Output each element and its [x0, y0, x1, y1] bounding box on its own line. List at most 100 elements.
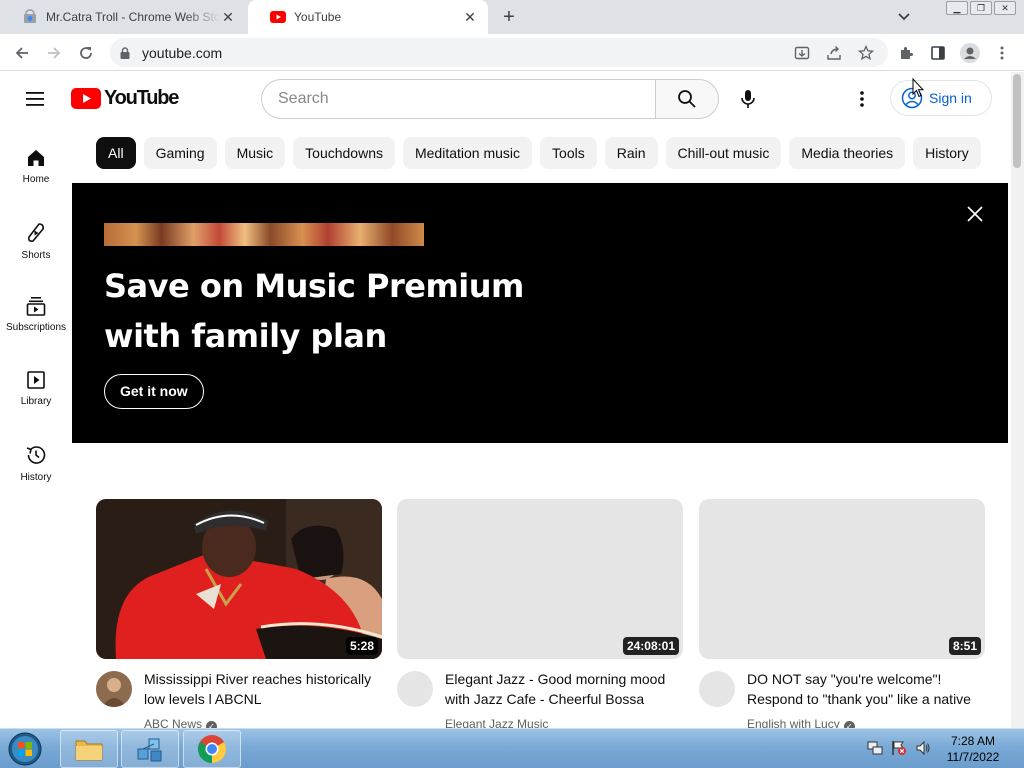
microphone-icon: [741, 90, 755, 108]
clock-time: 7:28 AM: [950, 734, 996, 748]
subscriptions-icon: [26, 297, 46, 316]
new-tab-button[interactable]: +: [498, 6, 520, 28]
search-button[interactable]: [655, 79, 719, 119]
chip-music[interactable]: Music: [224, 137, 286, 169]
sidebar-item-label: Library: [20, 396, 52, 407]
install-app-icon[interactable]: [792, 43, 812, 63]
video-thumbnail[interactable]: 5:28: [96, 499, 382, 659]
get-it-now-button[interactable]: Get it now: [104, 374, 204, 409]
side-panel-icon[interactable]: [926, 41, 950, 65]
video-thumbnail[interactable]: 24:08:01: [397, 499, 683, 659]
extensions-puzzle-icon[interactable]: [894, 41, 918, 65]
chip-rain[interactable]: Rain: [604, 137, 658, 169]
folder-icon: [75, 740, 103, 761]
tab-title: Mr.Catra Troll - Chrome Web Store: [46, 10, 220, 24]
sidebar-item-shorts[interactable]: Shorts: [0, 200, 72, 274]
browser-tab-chrome-web-store[interactable]: Mr.Catra Troll - Chrome Web Store ✕: [0, 0, 246, 34]
search-icon: [678, 90, 696, 108]
shorts-icon: [28, 223, 44, 242]
logo-wordmark: YouTube: [104, 87, 179, 109]
back-arrow-icon[interactable]: [10, 41, 34, 65]
chip-all[interactable]: All: [96, 137, 136, 169]
chrome-icon: [198, 735, 226, 763]
voice-search-button[interactable]: [729, 80, 767, 118]
filter-chips-bar: All Gaming Music Touchdowns Meditation music…: [96, 137, 1010, 171]
profile-avatar-icon[interactable]: [958, 41, 982, 65]
video-card[interactable]: 24:08:01 Elegant Jazz - Good morning moo…: [397, 499, 683, 731]
browser-toolbar: youtube.com: [0, 34, 1024, 71]
banner-headline-line2: with family plan: [104, 317, 387, 355]
page-scrollbar[interactable]: [1011, 72, 1024, 728]
close-tab-icon[interactable]: ✕: [220, 9, 236, 25]
browser-tab-strip: Mr.Catra Troll - Chrome Web Store ✕ YouT…: [0, 0, 1024, 34]
chip-gaming[interactable]: Gaming: [143, 137, 217, 169]
video-title[interactable]: Elegant Jazz - Good morning mood with Ja…: [445, 669, 675, 709]
sidebar-item-label: Home: [22, 174, 50, 185]
chip-media-theories[interactable]: Media theories: [789, 137, 906, 169]
settings-more-icon[interactable]: [850, 87, 874, 111]
taskbar-network-app-button[interactable]: [121, 730, 179, 768]
sidebar-item-label: History: [20, 472, 52, 483]
reload-icon[interactable]: [74, 41, 98, 65]
url-text: youtube.com: [142, 45, 223, 61]
network-tray-icon[interactable]: [866, 739, 884, 757]
sign-in-label: Sign in: [929, 90, 972, 106]
sidebar-item-label: Shorts: [21, 250, 51, 261]
close-tab-icon[interactable]: ✕: [462, 9, 478, 25]
chip-tools[interactable]: Tools: [540, 137, 597, 169]
minimize-button[interactable]: ▁: [946, 1, 968, 15]
hamburger-menu-icon[interactable]: [24, 89, 48, 109]
taskbar-explorer-button[interactable]: [60, 730, 118, 768]
channel-avatar[interactable]: [96, 671, 132, 707]
sidebar-item-subscriptions[interactable]: Subscriptions: [0, 274, 72, 348]
library-icon: [27, 371, 45, 389]
sidebar-item-library[interactable]: Library: [0, 348, 72, 422]
tab-title: YouTube: [294, 10, 342, 24]
lock-icon[interactable]: [120, 46, 130, 59]
chip-meditation-music[interactable]: Meditation music: [402, 137, 533, 169]
share-icon[interactable]: [824, 43, 844, 63]
video-duration: 5:28: [345, 637, 378, 655]
bookmark-star-icon[interactable]: [856, 43, 876, 63]
address-bar[interactable]: youtube.com: [110, 38, 888, 67]
windows-taskbar: 7:28 AM 11/7/2022: [0, 728, 1024, 768]
maximize-button[interactable]: ❐: [970, 1, 992, 15]
close-window-button[interactable]: ✕: [994, 1, 1016, 15]
close-banner-icon[interactable]: [966, 205, 984, 223]
volume-speaker-icon[interactable]: [914, 739, 932, 757]
scrollbar-thumb[interactable]: [1013, 74, 1021, 168]
sidebar-item-history[interactable]: History: [0, 422, 72, 496]
sidebar-item-label: Subscriptions: [5, 322, 67, 333]
banner-image-strip: [104, 223, 424, 246]
video-card[interactable]: 5:28 Mississippi River reaches historica…: [96, 499, 382, 732]
home-icon: [28, 150, 44, 166]
channel-avatar[interactable]: [699, 671, 735, 707]
chrome-menu-icon[interactable]: [990, 41, 1014, 65]
windows-start-orb-icon: [8, 732, 42, 766]
taskbar-chrome-button[interactable]: [183, 730, 241, 768]
video-title[interactable]: DO NOT say "you're welcome"! Respond to …: [747, 669, 977, 709]
forward-arrow-icon[interactable]: [42, 41, 66, 65]
youtube-icon: [270, 9, 286, 25]
youtube-logo[interactable]: YouTube: [71, 87, 179, 110]
thumbnail-image: [96, 499, 382, 659]
search-box: [261, 79, 656, 119]
browser-tab-youtube[interactable]: YouTube ✕: [248, 0, 488, 34]
action-center-flag-icon[interactable]: [890, 739, 908, 757]
sidebar-item-home[interactable]: Home: [0, 126, 72, 200]
chip-touchdowns[interactable]: Touchdowns: [293, 137, 395, 169]
chip-history[interactable]: History: [913, 137, 981, 169]
history-icon: [26, 446, 46, 464]
video-title[interactable]: Mississippi River reaches historically l…: [144, 669, 374, 709]
video-card[interactable]: 8:51 DO NOT say "you're welcome"! Respon…: [699, 499, 985, 732]
system-clock[interactable]: 7:28 AM 11/7/2022: [940, 733, 1006, 765]
search-input[interactable]: [262, 80, 656, 118]
start-button[interactable]: [6, 731, 44, 767]
channel-avatar[interactable]: [397, 671, 433, 707]
chevron-down-icon[interactable]: [896, 10, 912, 24]
chip-chill-out-music[interactable]: Chill-out music: [665, 137, 782, 169]
banner-headline: Save on Music Premium with family plan: [104, 261, 524, 361]
window-controls: ▁ ❐ ✕: [946, 1, 1016, 15]
video-thumbnail[interactable]: 8:51: [699, 499, 985, 659]
sign-in-button[interactable]: Sign in: [890, 80, 992, 116]
